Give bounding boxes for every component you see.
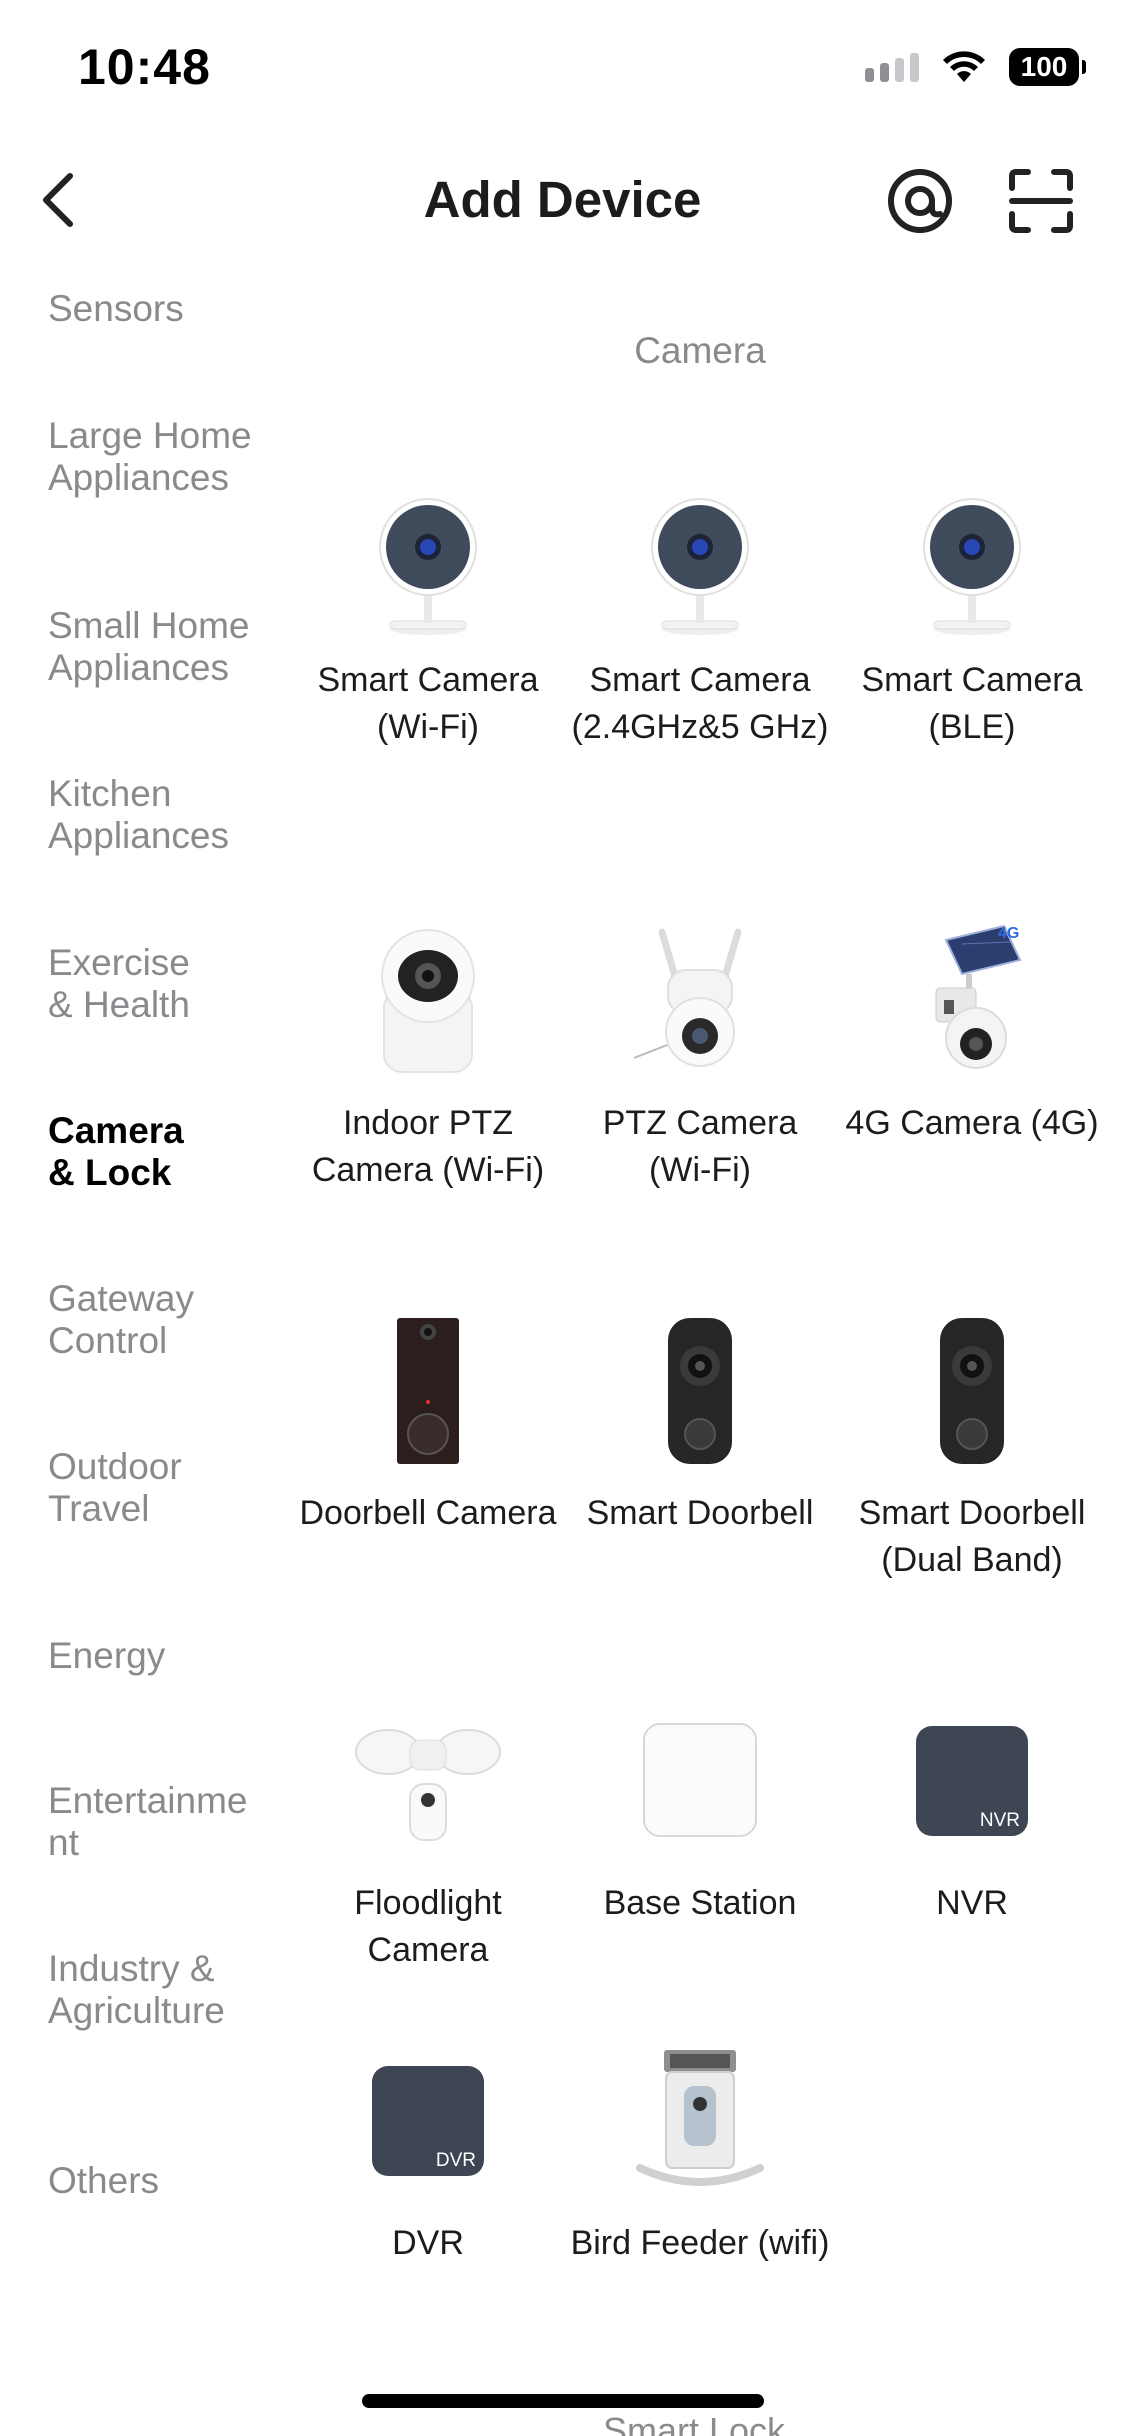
sidebar-item-exercise-health[interactable]: Exercise & Health: [48, 942, 218, 1026]
device-smart-camera-dual-band[interactable]: Smart Camera (2.4GHz&5 GHz): [570, 477, 830, 751]
device-doorbell-camera[interactable]: Doorbell Camera: [298, 1310, 558, 1537]
device-name: Smart Camera (Wi-Fi): [317, 661, 539, 746]
device-name: Floodlight Camera: [354, 1884, 502, 1969]
sidebar-item-energy[interactable]: Energy: [48, 1635, 318, 1677]
sidebar-item-kitchen-appliances[interactable]: Kitchen Appliances: [48, 773, 278, 857]
page-title: Add Device: [423, 171, 702, 228]
doorbell-icon: [668, 1318, 732, 1464]
device-name: Smart Doorbell (Dual Band): [858, 1494, 1086, 1579]
device-name: 4G Camera (4G): [845, 1104, 1099, 1142]
camera-icon: [379, 498, 477, 635]
at-sign-icon: [888, 169, 952, 233]
sidebar-item-gateway-control[interactable]: Gateway Control: [48, 1278, 218, 1362]
device-smart-doorbell[interactable]: Smart Doorbell: [570, 1310, 830, 1537]
status-bar: 10:48 100: [0, 0, 1125, 140]
sidebar-item-industry-agriculture[interactable]: Industry & Agriculture: [48, 1948, 248, 2032]
device-nvr[interactable]: NVR NVR: [842, 1700, 1102, 1927]
battery-icon: 100: [1009, 48, 1086, 86]
device-base-station[interactable]: Base Station: [570, 1700, 830, 1927]
device-name: Bird Feeder (wifi): [570, 2224, 830, 2262]
device-name: Smart Doorbell: [586, 1494, 814, 1532]
base-station-icon: [643, 1723, 757, 1837]
sidebar-item-outdoor-travel[interactable]: Outdoor Travel: [48, 1446, 218, 1530]
nvr-icon: NVR: [916, 1726, 1028, 1836]
sidebar-item-sensors[interactable]: Sensors: [48, 288, 318, 330]
device-4g-camera[interactable]: 4G 4G Camera (4G): [842, 920, 1102, 1147]
sidebar-item-large-home-appliances[interactable]: Large Home Appliances: [48, 415, 258, 499]
device-ptz-camera[interactable]: PTZ Camera (Wi-Fi): [570, 920, 830, 1194]
cellular-signal-icon: [865, 52, 919, 82]
device-dvr[interactable]: DVR DVR: [298, 2040, 558, 2267]
status-time: 10:48: [78, 39, 211, 95]
outdoor-ptz-camera-icon: [633, 928, 742, 1067]
floodlight-camera-icon: [355, 1729, 501, 1841]
solar-4g-camera-icon: 4G: [935, 924, 1022, 1069]
camera-icon: [651, 498, 749, 635]
device-name: Base Station: [603, 1884, 797, 1922]
home-indicator: [362, 2394, 764, 2408]
device-name: Smart Camera (2.4GHz&5 GHz): [571, 661, 829, 746]
camera-icon: [923, 498, 1021, 635]
device-indoor-ptz-camera[interactable]: Indoor PTZ Camera (Wi-Fi): [298, 920, 558, 1194]
svg-text:NVR: NVR: [980, 1810, 1020, 1831]
wifi-icon: [943, 51, 985, 82]
device-smart-camera-wifi[interactable]: Smart Camera (Wi-Fi): [298, 477, 558, 751]
device-floodlight-camera[interactable]: Floodlight Camera: [298, 1700, 558, 1974]
sidebar-item-camera-lock[interactable]: Camera & Lock: [48, 1110, 218, 1194]
nearby-discovery-button[interactable]: [885, 166, 955, 236]
bird-feeder-icon: [636, 2050, 764, 2186]
device-bird-feeder[interactable]: Bird Feeder (wifi): [570, 2040, 830, 2267]
sidebar-item-small-home-appliances[interactable]: Small Home Appliances: [48, 605, 278, 689]
dvr-icon: DVR: [372, 2066, 484, 2176]
status-icons: 100: [865, 48, 1086, 86]
device-smart-camera-ble[interactable]: Smart Camera (BLE): [842, 477, 1102, 751]
device-smart-doorbell-dual-band[interactable]: Smart Doorbell (Dual Band): [842, 1310, 1102, 1584]
header: Add Device: [0, 150, 1125, 250]
device-name: Smart Camera (BLE): [861, 661, 1083, 746]
device-name: NVR: [936, 1884, 1008, 1922]
device-name: DVR: [392, 2224, 464, 2262]
svg-text:DVR: DVR: [436, 2150, 476, 2171]
device-name: Indoor PTZ Camera (Wi-Fi): [311, 1104, 545, 1189]
sidebar-item-entertainment[interactable]: Entertainment: [48, 1780, 248, 1864]
scan-icon: [1009, 169, 1073, 233]
scan-qr-button[interactable]: [1006, 166, 1076, 236]
doorbell-icon: [940, 1318, 1004, 1464]
ptz-camera-icon: [381, 929, 475, 1073]
device-name: Doorbell Camera: [299, 1494, 557, 1532]
sidebar-item-others[interactable]: Others: [48, 2160, 318, 2202]
next-section-title: Smart Lock: [603, 2410, 786, 2436]
device-name: PTZ Camera (Wi-Fi): [602, 1104, 798, 1189]
svg-text:4G: 4G: [998, 925, 1019, 942]
section-title: Camera: [634, 330, 766, 371]
doorbell-icon: [397, 1318, 459, 1464]
